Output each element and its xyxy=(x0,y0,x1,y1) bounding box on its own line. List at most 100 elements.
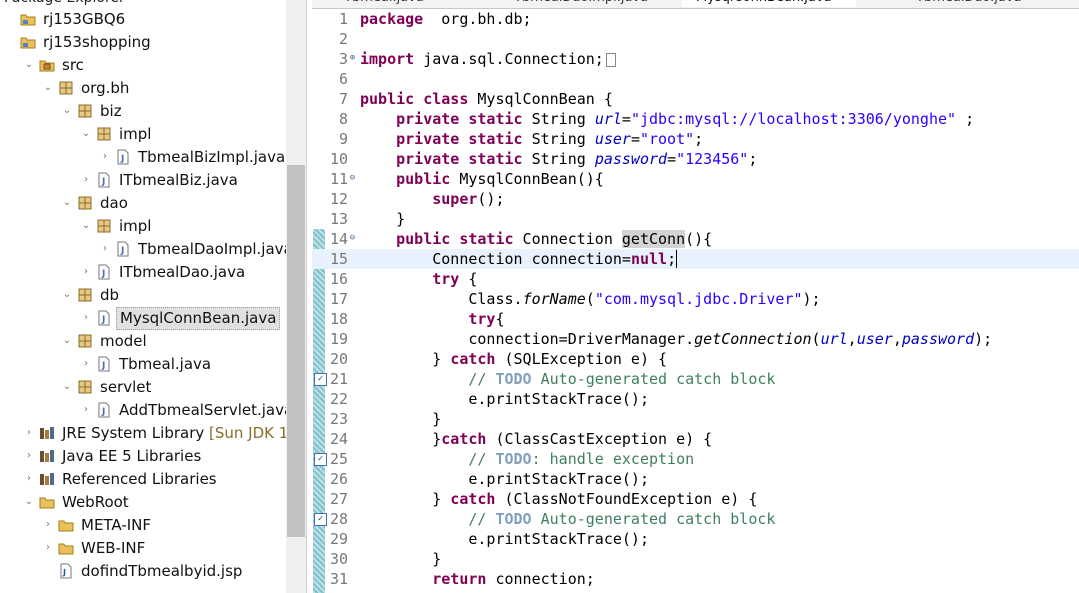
expand-chevron-icon[interactable]: ⌄ xyxy=(61,104,73,118)
editor-tab[interactable]: MysqlConnBean.java xyxy=(682,0,856,7)
code-line[interactable]: 22 e.printStackTrace(); xyxy=(312,389,1079,409)
collapse-chevron-icon[interactable]: › xyxy=(80,403,92,417)
tree-item[interactable]: rj153shopping xyxy=(0,31,290,54)
code-token: getConn xyxy=(621,230,686,248)
tree-item[interactable]: › J Tbmeal.java xyxy=(0,353,290,376)
fold-collapse-icon[interactable]: ⊖ xyxy=(348,174,357,183)
tree-item[interactable]: › Java EE 5 Libraries xyxy=(0,445,290,468)
code-line[interactable]: 29 e.printStackTrace(); xyxy=(312,529,1079,549)
code-line[interactable]: 24 }catch (ClassCastException e) { xyxy=(312,429,1079,449)
collapse-chevron-icon[interactable]: › xyxy=(99,242,111,256)
collapse-chevron-icon[interactable]: › xyxy=(23,449,35,463)
tree-item-label: Java EE 5 Libraries xyxy=(59,445,204,468)
tree-item[interactable]: › J AddTbmealServlet.java xyxy=(0,399,293,422)
code-token: (); xyxy=(477,190,505,208)
code-line[interactable]: 6 xyxy=(312,69,1079,89)
code-line[interactable]: ✓ 21 // TODO Auto-generated catch block xyxy=(312,369,1079,389)
code-line[interactable]: 11 ⊖ public MysqlConnBean(){ xyxy=(312,169,1079,189)
collapse-chevron-icon[interactable]: › xyxy=(23,426,35,440)
expand-chevron-icon[interactable]: ⌄ xyxy=(61,334,73,348)
code-line[interactable]: 27 } catch (ClassNotFoundException e) { xyxy=(312,489,1079,509)
svg-text:J: J xyxy=(101,361,105,371)
collapse-chevron-icon[interactable]: › xyxy=(42,518,54,532)
code-editor[interactable]: Tbmeal.javaTbmealDaoImpl.java MysqlConnBe… xyxy=(312,0,1079,593)
collapse-chevron-icon[interactable]: › xyxy=(80,173,92,187)
code-line[interactable]: 10 private static String password="12345… xyxy=(312,149,1079,169)
tree-item[interactable]: › J ITbmealBiz.java xyxy=(0,169,290,192)
code-token: } xyxy=(360,430,442,448)
tree-item[interactable]: › J ITbmealDao.java xyxy=(0,261,290,284)
collapse-chevron-icon[interactable]: › xyxy=(23,472,35,486)
code-lines[interactable]: 1 package org.bh.db; 2 3 ⊕ import java.sql.Co… xyxy=(312,9,1079,593)
tree-item[interactable]: ⌄ servlet xyxy=(0,376,290,399)
code-token: public class xyxy=(360,90,469,108)
code-token: "123456" xyxy=(676,150,749,168)
tree-item[interactable]: › JRE System Library [Sun JDK 1.6.0 xyxy=(0,422,306,445)
expand-chevron-icon[interactable]: ⌄ xyxy=(23,495,35,509)
code-line[interactable]: 18 try{ xyxy=(312,309,1079,329)
fold-collapse-icon[interactable]: ⊖ xyxy=(348,234,357,243)
code-line[interactable]: 12 super(); xyxy=(312,189,1079,209)
editor-tab[interactable]: Tbmeal.java xyxy=(330,0,504,7)
code-line[interactable]: 20 } catch (SQLException e) { xyxy=(312,349,1079,369)
fold-expand-icon[interactable]: ⊕ xyxy=(348,54,357,63)
tree-item[interactable]: › J TbmealDaoImpl.java xyxy=(0,238,293,261)
tree-item[interactable]: ⌄ model xyxy=(0,330,290,353)
editor-tab[interactable]: TbmealDaoImpl.java xyxy=(500,0,674,7)
code-line[interactable]: ✓ 28 // TODO Auto-generated catch block xyxy=(312,509,1079,529)
code-line[interactable]: 9 private static String user="root"; xyxy=(312,129,1079,149)
code-line[interactable]: 19 connection=DriverManager.getConnectio… xyxy=(312,329,1079,349)
code-line[interactable]: 16 try { xyxy=(312,269,1079,289)
code-line[interactable]: 17 Class.forName("com.mysql.jdbc.Driver"… xyxy=(312,289,1079,309)
code-line[interactable]: 31 return connection; xyxy=(312,569,1079,589)
code-line[interactable]: 26 e.printStackTrace(); xyxy=(312,469,1079,489)
collapse-chevron-icon[interactable]: › xyxy=(80,357,92,371)
tree-item[interactable]: ⌄ impl xyxy=(0,215,290,238)
code-line[interactable]: 3 ⊕ import java.sql.Connection; xyxy=(312,49,1079,69)
code-line[interactable]: 30 } xyxy=(312,549,1079,569)
tree-item[interactable]: ⌄ biz xyxy=(0,100,290,123)
tree-item[interactable]: ⌄ org.bh xyxy=(0,77,290,100)
expand-chevron-icon[interactable]: ⌄ xyxy=(61,196,73,210)
code-token: (SQLException e) { xyxy=(495,350,668,368)
tree-item[interactable]: ⌄ impl xyxy=(0,123,290,146)
tree-item[interactable]: ⌄ dao xyxy=(0,192,290,215)
tree-item[interactable]: ⌄ db xyxy=(0,284,290,307)
tree-item[interactable]: › WEB-INF xyxy=(0,537,290,560)
tree-item-text: ITbmealDao.java xyxy=(119,263,246,281)
tree-item[interactable]: › J TbmealBizImpl.java xyxy=(0,146,290,169)
tree-item[interactable]: › Referenced Libraries xyxy=(0,468,290,491)
collapsed-region-icon[interactable] xyxy=(605,52,616,67)
expand-chevron-icon[interactable]: ⌄ xyxy=(61,288,73,302)
tree-item[interactable]: ⌄ WebRoot xyxy=(0,491,290,514)
expand-chevron-icon[interactable]: ⌄ xyxy=(42,81,54,95)
code-line[interactable]: 23 } xyxy=(312,409,1079,429)
expand-chevron-icon[interactable]: ⌄ xyxy=(23,58,35,72)
code-line[interactable]: 8 private static String url="jdbc:mysql:… xyxy=(312,109,1079,129)
folder-icon xyxy=(39,493,55,511)
tree-item[interactable]: › META-INF xyxy=(0,514,290,537)
collapse-chevron-icon[interactable]: › xyxy=(42,541,54,555)
expand-chevron-icon[interactable]: ⌄ xyxy=(80,219,92,233)
code-line[interactable]: 14 ⊖ public static Connection getConn(){ xyxy=(312,229,1079,249)
tree-item[interactable]: › J MysqlConnBean.java xyxy=(0,307,290,330)
tree-item[interactable]: rj153GBQ6 xyxy=(0,8,290,31)
code-line[interactable]: 7 public class MysqlConnBean { xyxy=(312,89,1079,109)
code-line[interactable]: 13 } xyxy=(312,209,1079,229)
code-line[interactable]: 1 package org.bh.db; xyxy=(312,9,1079,29)
collapse-chevron-icon[interactable]: › xyxy=(80,311,92,325)
code-text: return connection; xyxy=(360,569,595,589)
tree-item[interactable]: ⌄ src xyxy=(0,54,290,77)
current-code-line[interactable]: 15 Connection connection=null; xyxy=(312,249,1079,269)
code-line[interactable]: 2 xyxy=(312,29,1079,49)
editor-tab[interactable]: TbmealDao.java xyxy=(902,0,1079,7)
collapse-chevron-icon[interactable]: › xyxy=(99,150,111,164)
collapse-chevron-icon[interactable]: › xyxy=(80,265,92,279)
explorer-scrollbar-thumb[interactable] xyxy=(287,165,305,537)
expand-chevron-icon[interactable]: ⌄ xyxy=(61,380,73,394)
tree-item[interactable]: JdofindTbmealbyid.jsp xyxy=(0,560,290,583)
tree-item-text: impl xyxy=(119,125,152,143)
code-line[interactable]: ✓ 25 // TODO: handle exception xyxy=(312,449,1079,469)
expand-chevron-icon[interactable]: ⌄ xyxy=(80,127,92,141)
